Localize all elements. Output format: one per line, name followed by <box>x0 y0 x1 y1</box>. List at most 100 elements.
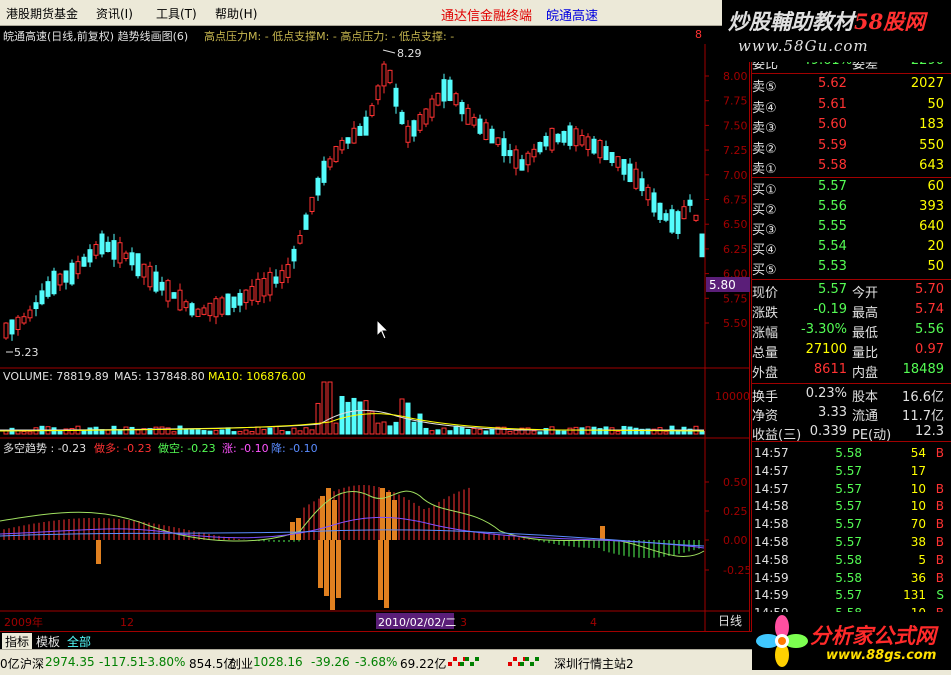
fund-label: 净资 <box>752 409 779 424</box>
bid-row-2[interactable]: 买② 5.56 393 <box>752 198 951 218</box>
volume-bar <box>105 429 111 435</box>
candle-body <box>39 290 45 305</box>
status-server[interactable]: 深圳行情主站2 <box>554 655 634 672</box>
bid-label: 买③ <box>752 223 777 238</box>
volume-bar <box>237 430 243 435</box>
volume-bar <box>459 426 465 435</box>
volume-bar <box>465 428 471 435</box>
trend-down-bar <box>378 540 383 600</box>
market-breadth-icon <box>448 655 548 669</box>
fund-value: 0.23% <box>805 386 847 401</box>
candle-body <box>387 69 393 84</box>
candle-body <box>627 163 633 183</box>
tick-volume: 70 <box>910 517 926 532</box>
volume-bar <box>315 402 321 435</box>
period-label[interactable]: 日线 <box>718 612 742 629</box>
tick-row: 14:58 5.58 5 B <box>752 552 951 570</box>
stat-label: 涨跌 <box>752 306 779 321</box>
app-window: { "menu":{"items":["港股期货基金","资讯(I)","工具(… <box>0 0 951 675</box>
fund-value-2: 16.6亿 <box>902 390 944 405</box>
volume-bar <box>219 429 225 435</box>
ask-price: 5.61 <box>818 96 847 112</box>
candle-body <box>579 135 585 146</box>
trend-jiang: 降: -0.10 <box>271 442 318 455</box>
status-sh-value: 2974.35 <box>45 655 95 669</box>
tick-row: 14:57 5.57 10 B <box>752 481 951 499</box>
candle-body <box>141 263 147 278</box>
volume-bar <box>417 413 423 435</box>
status-cy-amount: 69.22亿 <box>400 657 447 671</box>
ask-row-5[interactable]: 卖⑤ 5.62 2027 <box>752 75 951 95</box>
tick-time: 14:57 <box>754 446 789 460</box>
candle-body <box>519 159 525 171</box>
candle-body <box>663 213 669 221</box>
tick-price: 5.57 <box>835 481 862 496</box>
chart-canvas[interactable]: 8.007.757.507.257.006.756.506.256.005.75… <box>0 26 750 631</box>
ask-row-4[interactable]: 卖④ 5.61 50 <box>752 96 951 116</box>
tick-side: B <box>935 552 944 567</box>
high-price-label: 8.29 <box>397 47 422 60</box>
trend-up-bar <box>296 518 301 540</box>
volume-bar <box>207 430 213 435</box>
breadth-cell <box>448 662 452 666</box>
chart-area[interactable]: 8.00 7.75 7.50 7.25 7.00 6.75 6.50 6.25 6.00 5.75… <box>0 26 750 631</box>
tick-row: 14:58 5.57 70 B <box>752 516 951 534</box>
tab-indicator[interactable]: 指标 <box>2 633 33 649</box>
volume-bar <box>675 430 681 435</box>
volume-bar <box>351 397 357 435</box>
volume-bar <box>435 429 441 435</box>
ask-row-3[interactable]: 卖③ 5.60 183 <box>752 116 951 136</box>
trend-up-bar <box>380 488 385 540</box>
menu-item-info[interactable]: 资讯(I) <box>96 5 133 22</box>
bid-row-1[interactable]: 买① 5.57 60 <box>752 178 951 198</box>
candle-body <box>501 138 507 157</box>
volume-bar <box>117 429 123 435</box>
fundamental-row: 换手 0.23% 股本 16.6亿 <box>752 385 951 405</box>
volume-bar <box>411 421 417 435</box>
bid-row-3[interactable]: 买③ 5.55 640 <box>752 218 951 238</box>
fund-label: 换手 <box>752 390 779 405</box>
tab-template[interactable]: 模板 <box>33 633 63 649</box>
candle-body <box>165 280 171 302</box>
ask-row-1[interactable]: 卖① 5.58 643 <box>752 157 951 177</box>
candle-body <box>453 93 459 106</box>
tick-time: 14:58 <box>754 499 789 514</box>
candle-body <box>483 122 489 141</box>
bid-row-5[interactable]: 买⑤ 5.53 50 <box>752 258 951 278</box>
volume-bar <box>477 428 483 435</box>
footer-logo-url: www.88gs.com <box>826 648 937 663</box>
volume-bar <box>189 429 195 435</box>
separator <box>752 383 951 384</box>
ask-price: 5.60 <box>818 117 847 132</box>
candle-body <box>267 271 273 296</box>
volume-ma5: MA5: 137848.80 <box>114 370 205 383</box>
bid-row-4[interactable]: 买④ 5.54 20 <box>752 238 951 258</box>
volume-bar <box>363 400 369 435</box>
tick-time: 14:58 <box>754 552 789 567</box>
menu-item-help[interactable]: 帮助(H) <box>215 5 257 22</box>
stock-name-title: 皖通高速 <box>546 9 599 24</box>
tick-volume: 131 <box>903 588 926 603</box>
volume-bar <box>471 428 477 435</box>
stat-value: 27100 <box>805 342 847 357</box>
tick-price: 5.57 <box>835 535 862 549</box>
candle-body <box>555 133 561 143</box>
trend-up-bar <box>392 500 397 540</box>
menu-item-hk-futures[interactable]: 港股期货基金 <box>6 5 78 22</box>
ask-label: 卖① <box>752 162 777 177</box>
menu-item-tools[interactable]: 工具(T) <box>156 5 197 22</box>
candle-body <box>285 264 291 278</box>
tab-all[interactable]: 全部 <box>64 633 94 649</box>
ask-row-2[interactable]: 卖② 5.59 550 <box>752 137 951 157</box>
trend-up-bar <box>600 526 605 540</box>
candle-body <box>273 276 279 284</box>
candle-body <box>213 298 219 318</box>
trend-kong: 做空: -0.23 <box>158 442 216 455</box>
stat-value: -0.19 <box>813 302 847 317</box>
trend-down-bar <box>384 540 389 608</box>
separator <box>752 441 951 442</box>
candle-body <box>291 248 297 262</box>
price-tick-label: 7.25 <box>723 144 748 157</box>
stat-row: 涨跌 -0.19 最高 5.74 <box>752 301 951 321</box>
volume-bar <box>231 431 237 435</box>
